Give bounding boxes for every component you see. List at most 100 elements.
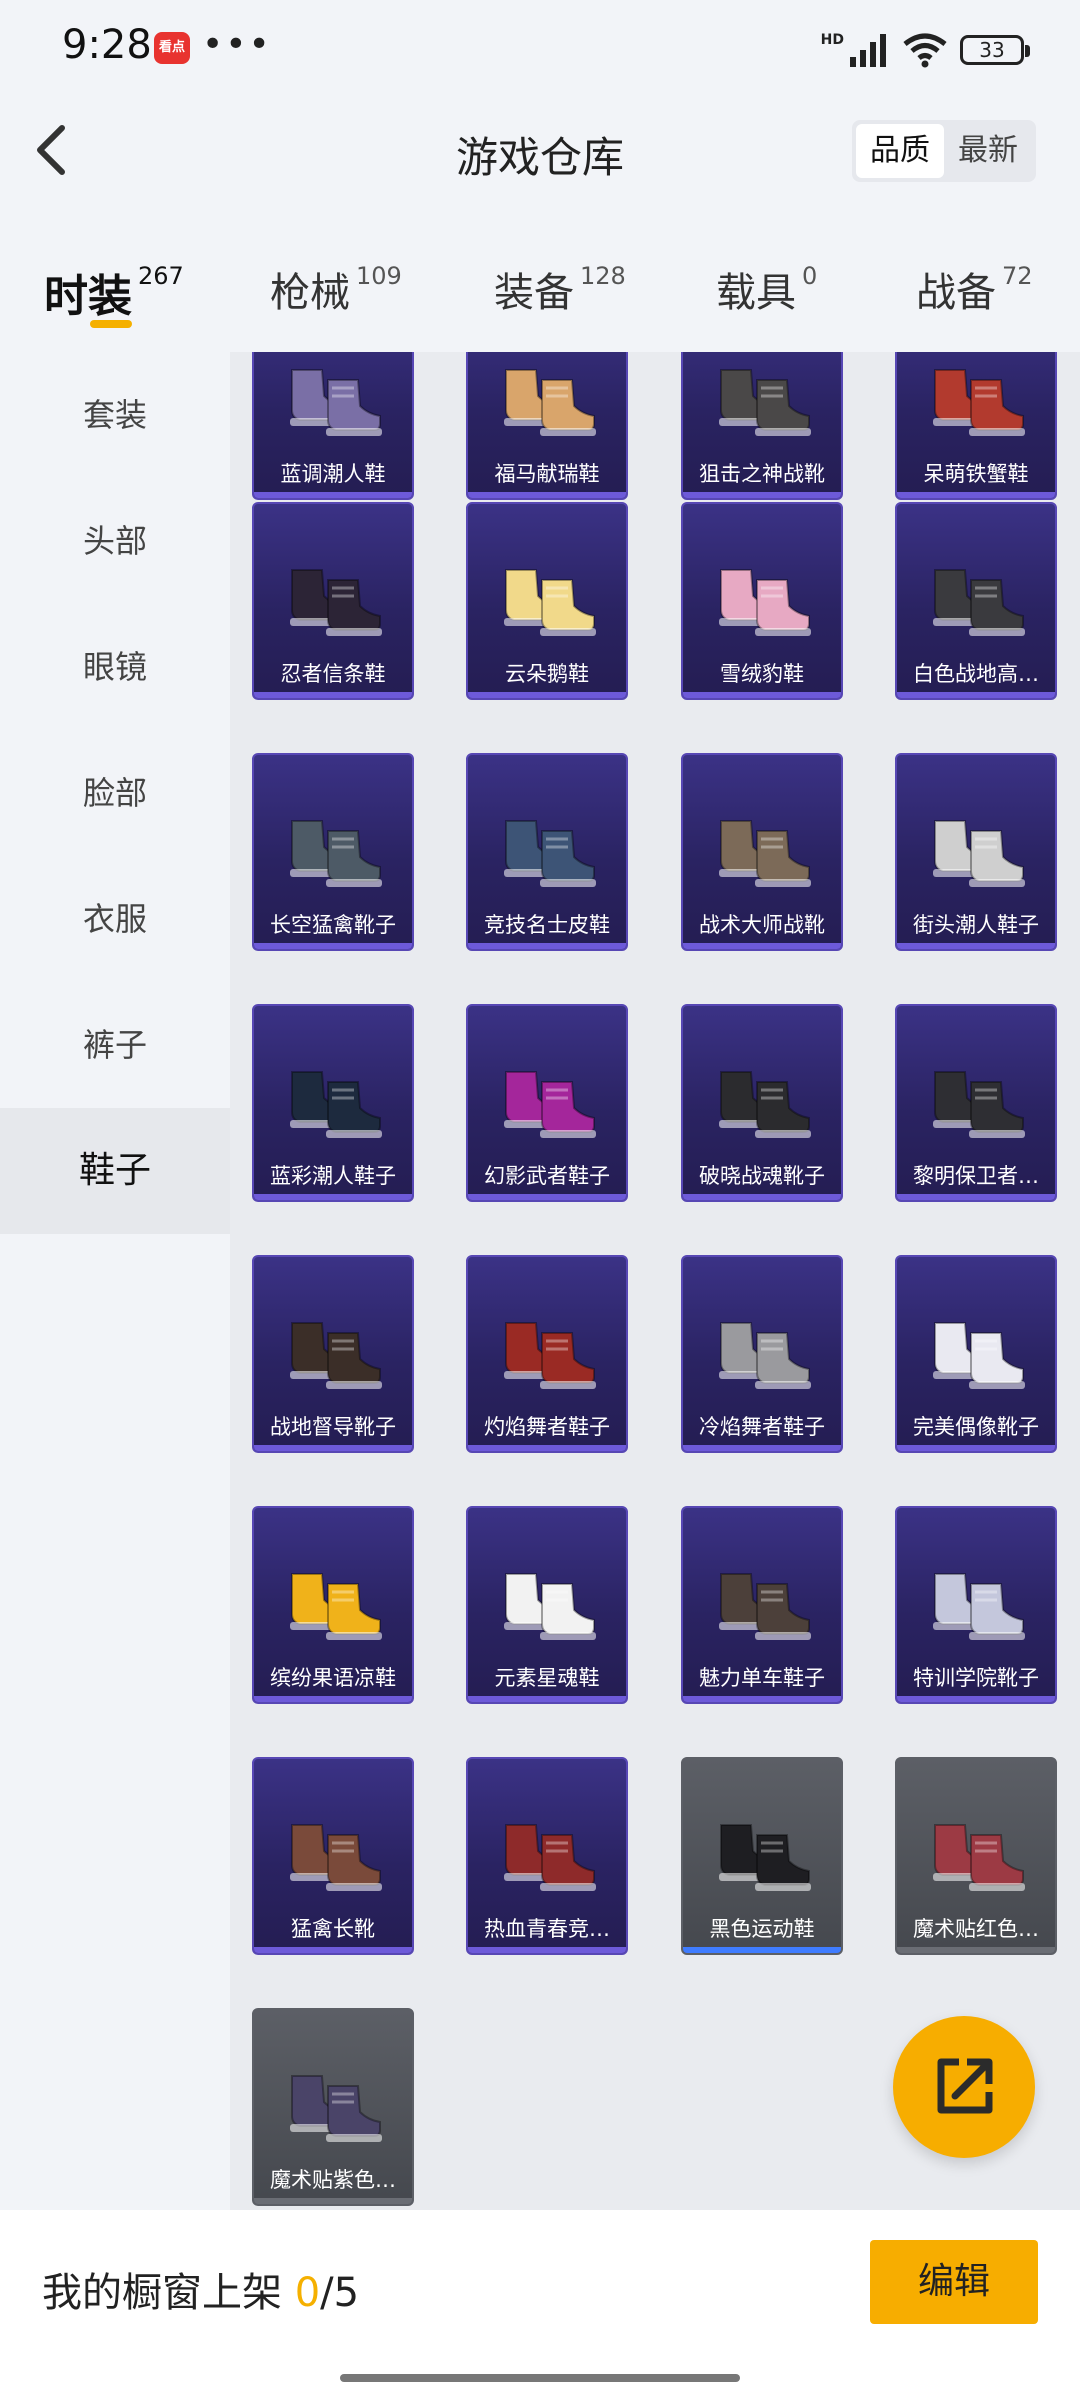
shoe-icon (290, 1824, 382, 1891)
wifi-icon (903, 33, 947, 68)
item-name: 魔术贴紫色… (270, 2168, 396, 2192)
tab-vehicles[interactable]: 载具 0 (716, 260, 817, 318)
item-name: 狙击之神战靴 (699, 462, 825, 486)
item-card[interactable]: 热血青春竞… (466, 1757, 628, 1955)
sort-quality-option[interactable]: 品质 (856, 124, 944, 178)
shoe-icon (504, 369, 596, 436)
item-card[interactable]: 缤纷果语凉鞋 (252, 1506, 414, 1704)
item-name: 灼焰舞者鞋子 (484, 1415, 610, 1439)
item-name: 长空猛禽靴子 (270, 913, 396, 937)
sidebar-item-shoes[interactable]: 鞋子 (0, 1108, 230, 1234)
item-name: 福马献瑞鞋 (494, 462, 600, 486)
sidebar-item-clothes[interactable]: 衣服 (0, 856, 230, 982)
sort-newest-option[interactable]: 最新 (944, 124, 1032, 178)
tab-weapons[interactable]: 枪械 109 (270, 260, 402, 318)
item-card[interactable]: 长空猛禽靴子 (252, 753, 414, 951)
edit-button[interactable]: 编辑 (870, 2240, 1038, 2324)
item-name: 破晓战魂靴子 (699, 1164, 825, 1188)
shoe-icon (719, 369, 811, 436)
item-card[interactable]: 冷焰舞者鞋子 (681, 1255, 843, 1453)
sidebar-item-pants[interactable]: 裤子 (0, 982, 230, 1108)
shoe-icon (719, 1824, 811, 1891)
item-rarity-bar (468, 1696, 626, 1702)
item-card[interactable]: 雪绒豹鞋 (681, 502, 843, 700)
shoe-icon (933, 1573, 1025, 1640)
item-rarity-bar (254, 1696, 412, 1702)
item-rarity-bar (683, 1445, 841, 1451)
item-card[interactable]: 破晓战魂靴子 (681, 1004, 843, 1202)
item-card[interactable]: 魅力单车鞋子 (681, 1506, 843, 1704)
item-card[interactable]: 战地督导靴子 (252, 1255, 414, 1453)
item-rarity-bar (468, 1947, 626, 1953)
item-rarity-bar (897, 492, 1055, 498)
item-rarity-bar (468, 1445, 626, 1451)
showcase-text: 我的橱窗上架 (42, 2270, 282, 2316)
item-card[interactable]: 白色战地高… (895, 502, 1057, 700)
tab-equipment[interactable]: 装备 128 (494, 260, 626, 318)
item-card[interactable]: 灼焰舞者鞋子 (466, 1255, 628, 1453)
item-rarity-bar (468, 1194, 626, 1200)
item-card[interactable]: 黑色运动鞋 (681, 1757, 843, 1955)
shoe-icon (933, 1071, 1025, 1138)
item-card[interactable]: 呆萌铁蟹鞋 (895, 352, 1057, 500)
item-card[interactable]: 蓝彩潮人鞋子 (252, 1004, 414, 1202)
item-card[interactable]: 完美偶像靴子 (895, 1255, 1057, 1453)
item-card[interactable]: 福马献瑞鞋 (466, 352, 628, 500)
shoe-icon (290, 369, 382, 436)
item-card[interactable]: 魔术贴紫色… (252, 2008, 414, 2206)
tab-label: 装备 (494, 270, 574, 316)
shoe-icon (719, 820, 811, 887)
item-rarity-bar (254, 943, 412, 949)
item-card[interactable]: 狙击之神战靴 (681, 352, 843, 500)
item-rarity-bar (897, 1445, 1055, 1451)
item-rarity-bar (468, 692, 626, 698)
shoe-icon (290, 1322, 382, 1389)
subcategory-sidebar: 套装 头部 眼镜 脸部 衣服 裤子 鞋子 (0, 352, 230, 2212)
shoe-icon (290, 2075, 382, 2142)
showcase-label: 我的橱窗上架 0/5 (42, 2260, 359, 2318)
item-name: 缤纷果语凉鞋 (270, 1666, 396, 1690)
item-rarity-bar (897, 943, 1055, 949)
item-rarity-bar (683, 1194, 841, 1200)
shoe-icon (933, 820, 1025, 887)
sidebar-item-outfit[interactable]: 套装 (0, 352, 230, 478)
item-card[interactable]: 特训学院靴子 (895, 1506, 1057, 1704)
showcase-total: /5 (320, 2270, 360, 2316)
sidebar-item-glasses[interactable]: 眼镜 (0, 604, 230, 730)
home-indicator[interactable] (340, 2374, 740, 2382)
item-name: 街头潮人鞋子 (913, 913, 1039, 937)
item-name: 冷焰舞者鞋子 (699, 1415, 825, 1439)
item-card[interactable]: 战术大师战靴 (681, 753, 843, 951)
item-rarity-bar (254, 1947, 412, 1953)
item-card[interactable]: 忍者信条鞋 (252, 502, 414, 700)
share-button[interactable] (893, 2016, 1035, 2158)
tab-count: 267 (138, 262, 184, 290)
item-rarity-bar (468, 943, 626, 949)
sidebar-item-face[interactable]: 脸部 (0, 730, 230, 856)
item-card[interactable]: 魔术贴红色… (895, 1757, 1057, 1955)
shoe-icon (504, 820, 596, 887)
more-notifications-icon: ••• (202, 24, 272, 65)
item-card[interactable]: 街头潮人鞋子 (895, 753, 1057, 951)
item-name: 猛禽长靴 (291, 1917, 375, 1941)
item-card[interactable]: 幻影武者鞋子 (466, 1004, 628, 1202)
item-card[interactable]: 竞技名士皮鞋 (466, 753, 628, 951)
item-card[interactable]: 云朵鹅鞋 (466, 502, 628, 700)
item-card[interactable]: 元素星魂鞋 (466, 1506, 628, 1704)
category-tabs: 时装 267 枪械 109 装备 128 载具 0 战备 72 (0, 240, 1080, 350)
shoe-icon (504, 1071, 596, 1138)
share-icon (937, 2058, 993, 2114)
app-notification-icon: 看点 (154, 32, 190, 64)
item-name: 热血青春竞… (484, 1917, 610, 1941)
active-tab-indicator (90, 320, 132, 328)
item-rarity-bar (683, 943, 841, 949)
item-card[interactable]: 蓝调潮人鞋 (252, 352, 414, 500)
shoe-icon (504, 569, 596, 636)
tab-fashion[interactable]: 时装 267 (44, 260, 184, 324)
item-card[interactable]: 猛禽长靴 (252, 1757, 414, 1955)
tab-label: 枪械 (270, 270, 350, 316)
tab-label: 战备 (916, 270, 996, 316)
tab-supplies[interactable]: 战备 72 (916, 260, 1033, 318)
item-card[interactable]: 黎明保卫者… (895, 1004, 1057, 1202)
sidebar-item-head[interactable]: 头部 (0, 478, 230, 604)
